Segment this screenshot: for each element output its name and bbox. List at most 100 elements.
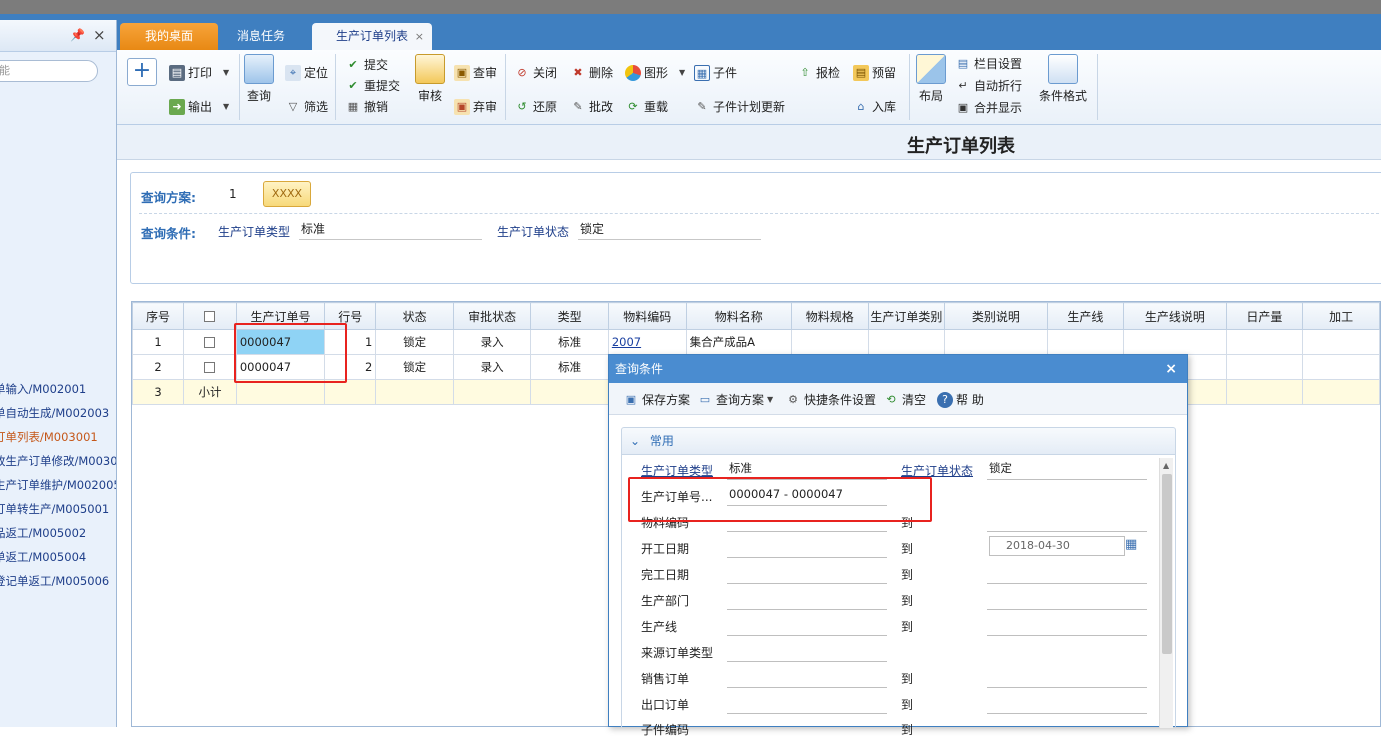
column-header[interactable]: 物料编码: [607, 302, 687, 330]
add-button[interactable]: +: [127, 58, 157, 86]
status-cell[interactable]: 锁定: [375, 329, 454, 355]
tab-messages[interactable]: 消息任务: [218, 23, 304, 50]
finish-date-to-field[interactable]: [987, 562, 1147, 584]
sales-order-from-field[interactable]: [727, 666, 887, 688]
sidebar-item[interactable]: 单输入/M002001: [0, 377, 116, 401]
start-date-from-field[interactable]: [727, 536, 887, 558]
column-header[interactable]: 审批状态: [452, 302, 532, 330]
sidebar-item[interactable]: 生产订单维护/M002005: [0, 473, 116, 497]
sidebar-item[interactable]: 单返工/M005004: [0, 545, 116, 569]
material-code-to-field[interactable]: [987, 510, 1147, 532]
export-order-to-field[interactable]: [987, 692, 1147, 714]
section-common[interactable]: ⌄ 常用: [621, 427, 1176, 455]
dept-from-field[interactable]: [727, 588, 887, 610]
approval-cell[interactable]: 录入: [452, 329, 532, 355]
column-header[interactable]: 类型: [530, 302, 609, 330]
reserve-button[interactable]: ▤ 预留: [853, 64, 896, 81]
close-order-button[interactable]: ⊘ 关闭: [514, 64, 557, 81]
clear-button[interactable]: ⟲ 清空: [883, 391, 926, 408]
order-type-field[interactable]: 标准: [299, 220, 482, 240]
row-checkbox[interactable]: [183, 354, 237, 380]
collapse-icon[interactable]: ⌄: [630, 434, 640, 448]
column-header[interactable]: 物料名称: [685, 302, 792, 330]
chart-button[interactable]: 图形 ▼: [625, 64, 685, 81]
pin-icon[interactable]: 📌: [70, 28, 85, 42]
column-header[interactable]: 物料规格: [790, 302, 869, 330]
child-plan-update-button[interactable]: ✎ 子件计划更新: [694, 98, 785, 115]
inspect-button[interactable]: ⇧ 报检: [797, 64, 840, 81]
delete-button[interactable]: ✖ 删除: [570, 64, 613, 81]
dialog-close-icon[interactable]: ×: [1165, 355, 1177, 383]
status-cell[interactable]: 锁定: [375, 354, 454, 380]
approve-edit-button[interactable]: ✎ 批改: [570, 98, 613, 115]
check-audit-button[interactable]: ▣ 查审: [454, 64, 497, 81]
auto-wrap-button[interactable]: ↵ 自动折行: [955, 77, 1022, 94]
abandon-audit-button[interactable]: ▣ 弃审: [454, 98, 497, 115]
column-header[interactable]: 生产订单类别: [867, 302, 946, 330]
type-cell[interactable]: 标准: [530, 329, 609, 355]
query-plan-dropdown[interactable]: ▭ 查询方案 ▼: [697, 391, 773, 408]
sidebar-item[interactable]: 品返工/M005002: [0, 521, 116, 545]
column-header[interactable]: 生产线说明: [1123, 302, 1227, 330]
order-status-field[interactable]: 锁定: [987, 458, 1147, 480]
filter-button[interactable]: ▽ 筛选: [285, 98, 328, 115]
order-status-field[interactable]: 锁定: [578, 220, 761, 240]
sidebar-search-input[interactable]: 能: [0, 60, 98, 82]
reload-button[interactable]: ⟳ 重载: [625, 98, 668, 115]
tab-desktop[interactable]: 我的桌面: [120, 23, 218, 50]
line-from-field[interactable]: [727, 614, 887, 636]
layout-button[interactable]: 布局: [915, 54, 947, 104]
help-button[interactable]: ? 帮 助: [937, 391, 984, 408]
column-header[interactable]: 加工: [1302, 302, 1380, 330]
restore-button[interactable]: ↺ 还原: [514, 98, 557, 115]
finish-date-from-field[interactable]: [727, 562, 887, 584]
print-button[interactable]: ▤ 打印 ▼: [169, 64, 229, 81]
start-date-to-field[interactable]: 2018-04-30: [989, 536, 1125, 556]
export-button[interactable]: ➜ 输出 ▼: [169, 98, 229, 115]
submit-button[interactable]: ✔ 提交: [345, 56, 388, 73]
type-cell[interactable]: 标准: [530, 354, 609, 380]
select-all-checkbox[interactable]: [183, 302, 237, 330]
calendar-icon[interactable]: ▦: [1125, 537, 1137, 552]
column-header[interactable]: 序号: [132, 302, 185, 330]
sidebar-item[interactable]: 改生产订单修改/M00300: [0, 449, 116, 473]
sidebar-item-active[interactable]: 订单列表/M003001: [0, 425, 116, 449]
close-icon[interactable]: ×: [93, 26, 106, 44]
sales-order-to-field[interactable]: [987, 666, 1147, 688]
dept-to-field[interactable]: [987, 588, 1147, 610]
audit-button[interactable]: 审核: [414, 54, 446, 104]
sidebar-item[interactable]: 单自动生成/M002003: [0, 401, 116, 425]
row-checkbox[interactable]: [183, 329, 237, 355]
dialog-scrollbar[interactable]: ▲: [1159, 458, 1173, 728]
column-header[interactable]: 日产量: [1225, 302, 1304, 330]
locate-button[interactable]: ⌖ 定位: [285, 64, 328, 81]
tab-order-list[interactable]: 生产订单列表 ×: [312, 23, 432, 50]
column-header[interactable]: 生产线: [1046, 302, 1125, 330]
scroll-thumb[interactable]: [1162, 474, 1172, 654]
line-to-field[interactable]: [987, 614, 1147, 636]
source-type-field[interactable]: [727, 640, 887, 662]
revoke-button[interactable]: ▦ 撤销: [345, 98, 388, 115]
query-plan-value[interactable]: 1: [229, 187, 237, 201]
stockin-button[interactable]: ⌂ 入库: [853, 98, 897, 115]
scroll-up-icon[interactable]: ▲: [1163, 461, 1169, 470]
child-part-button[interactable]: ▦ 子件: [694, 64, 737, 81]
merge-display-button[interactable]: ▣ 合并显示: [955, 99, 1022, 116]
resubmit-button[interactable]: ✔ 重提交: [345, 77, 400, 94]
save-plan-button[interactable]: ▣ 保存方案: [623, 391, 690, 408]
column-header[interactable]: 类别说明: [944, 302, 1048, 330]
conditional-format-button[interactable]: 条件格式: [1037, 54, 1089, 104]
material-code-cell[interactable]: 2007: [607, 329, 687, 355]
export-order-from-field[interactable]: [727, 692, 887, 714]
sidebar-item[interactable]: 登记单返工/M005006: [0, 569, 116, 593]
column-settings-button[interactable]: ▤ 栏目设置: [955, 55, 1022, 72]
approval-cell[interactable]: 录入: [452, 354, 532, 380]
column-header[interactable]: 状态: [375, 302, 454, 330]
tab-close-icon[interactable]: ×: [415, 23, 424, 50]
sidebar-item[interactable]: 订单转生产/M005001: [0, 497, 116, 521]
quick-settings-button[interactable]: ⚙ 快捷条件设置: [785, 391, 876, 408]
material-name-cell[interactable]: 集合产成品A: [685, 329, 792, 355]
query-plan-chip[interactable]: XXXX: [263, 181, 311, 207]
material-code-link[interactable]: 2007: [612, 335, 641, 349]
query-button[interactable]: 查询: [243, 54, 275, 104]
